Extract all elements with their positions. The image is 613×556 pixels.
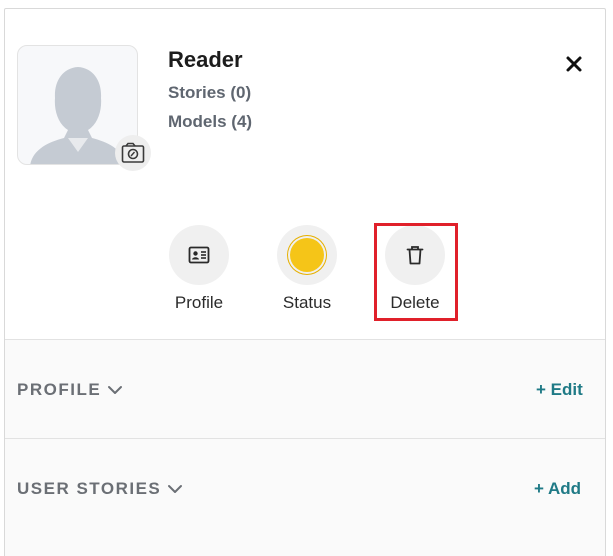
user-name: Reader <box>168 47 243 72</box>
status-action-circle[interactable] <box>277 225 337 285</box>
edit-profile-link[interactable]: + Edit <box>536 380 583 400</box>
id-card-icon <box>188 246 210 264</box>
status-action-label: Status <box>282 293 332 312</box>
status-dot-icon <box>290 238 324 272</box>
close-icon <box>566 56 582 72</box>
close-button[interactable] <box>561 51 587 77</box>
delete-highlight-box <box>374 223 458 321</box>
profile-section-toggle[interactable]: PROFILE <box>17 380 123 400</box>
status-action-button[interactable]: Status <box>262 225 352 313</box>
models-count: Models (4) <box>168 112 253 131</box>
profile-action-label: Profile <box>174 293 224 312</box>
user-stories-section-toggle[interactable]: USER STORIES <box>17 479 183 499</box>
add-story-link[interactable]: + Add <box>534 479 581 499</box>
profile-action-circle[interactable] <box>169 225 229 285</box>
profile-action-button[interactable]: Profile <box>154 225 244 313</box>
user-panel: Reader Stories (0) Models (4) Profile St… <box>4 8 606 556</box>
user-stories-section-title: USER STORIES <box>17 479 162 498</box>
profile-section-title: PROFILE <box>17 380 102 399</box>
stories-count: Stories (0) <box>168 83 252 102</box>
camera-icon <box>121 142 145 163</box>
user-stories-section: USER STORIES + Add <box>5 438 605 556</box>
chevron-down-icon <box>167 484 183 494</box>
change-photo-button[interactable] <box>115 135 151 171</box>
chevron-down-icon <box>107 385 123 395</box>
profile-section: PROFILE + Edit <box>5 339 605 438</box>
